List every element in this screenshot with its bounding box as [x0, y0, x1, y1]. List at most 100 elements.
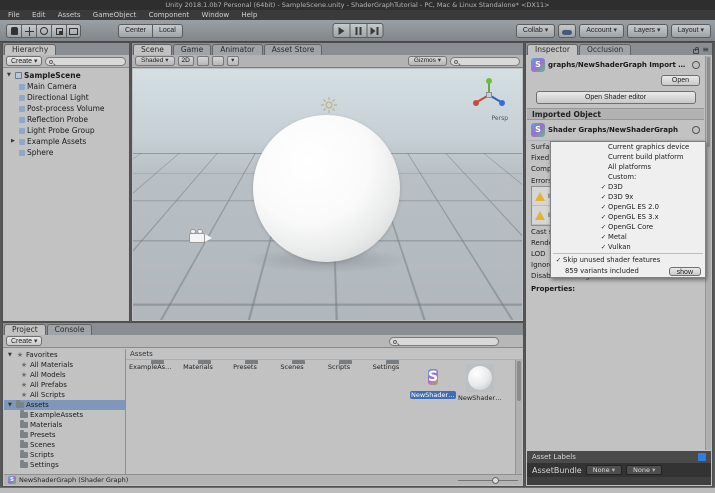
asset-item-material[interactable]: NewShaderGraph: [457, 363, 503, 402]
rotate-tool-button[interactable]: [36, 24, 51, 38]
camera-gizmo[interactable]: [189, 227, 215, 245]
popup-item[interactable]: Current graphics device: [551, 142, 705, 152]
tab-scene[interactable]: Scene: [133, 44, 172, 55]
popup-item[interactable]: ✓ D3D: [551, 182, 705, 192]
scene-viewport[interactable]: Persp: [133, 69, 522, 320]
tree-folder[interactable]: Scripts: [4, 450, 125, 460]
favorites-root[interactable]: ▼ ★ Favorites: [4, 350, 125, 360]
directional-light-gizmo[interactable]: [321, 97, 337, 113]
scene-search-input[interactable]: [450, 56, 520, 66]
collab-dropdown[interactable]: Collab ▾: [515, 24, 556, 38]
hierarchy-create-button[interactable]: Create ▾: [6, 56, 43, 66]
favorite-item[interactable]: ★ All Prefabs: [4, 380, 125, 390]
asset-item[interactable]: Materials: [175, 363, 221, 402]
thumbnail-size-slider[interactable]: [458, 476, 518, 485]
tree-folder[interactable]: ExampleAssets: [4, 410, 125, 420]
toggle-2d-button[interactable]: 2D: [177, 56, 194, 66]
asset-item[interactable]: Scripts: [316, 363, 362, 402]
tree-folder[interactable]: Settings: [4, 460, 125, 470]
show-variants-button[interactable]: show: [668, 266, 701, 276]
open-button[interactable]: Open: [660, 75, 700, 86]
scale-tool-button[interactable]: [51, 24, 66, 38]
menu-component[interactable]: Component: [144, 10, 195, 20]
favorite-item[interactable]: ★ All Scripts: [4, 390, 125, 400]
hierarchy-item[interactable]: ▶ Example Assets: [3, 136, 129, 147]
tab-console[interactable]: Console: [46, 324, 93, 335]
foldout-icon[interactable]: ▼: [8, 350, 14, 360]
assetbundle-name-dropdown[interactable]: None ▾: [585, 465, 623, 475]
favorite-item[interactable]: ★ All Models: [4, 370, 125, 380]
assetbundle-variant-dropdown[interactable]: None ▾: [626, 465, 663, 475]
tab-project[interactable]: Project: [4, 324, 46, 335]
foldout-icon[interactable]: ▼: [7, 70, 13, 81]
popup-item[interactable]: All platforms: [551, 162, 705, 172]
asset-item-shadergraph[interactable]: SNewShaderGraph: [410, 363, 456, 402]
menu-edit[interactable]: Edit: [27, 10, 51, 20]
sphere-object[interactable]: [253, 115, 400, 262]
popup-item[interactable]: ✓ D3D 9x: [551, 192, 705, 202]
slider-thumb[interactable]: [492, 476, 499, 484]
hierarchy-item[interactable]: Light Probe Group: [3, 125, 129, 136]
popup-item[interactable]: Current build platform: [551, 152, 705, 162]
menu-file[interactable]: File: [3, 10, 25, 20]
audio-toggle-button[interactable]: [211, 56, 224, 66]
foldout-icon[interactable]: ▼: [8, 400, 14, 410]
menu-help[interactable]: Help: [236, 10, 262, 20]
tab-hierarchy[interactable]: Hierarchy: [4, 44, 57, 55]
popup-item[interactable]: Custom:: [551, 172, 705, 182]
tree-folder[interactable]: Materials: [4, 420, 125, 430]
layout-dropdown[interactable]: Layout ▾: [670, 24, 711, 38]
hierarchy-item[interactable]: Main Camera: [3, 81, 129, 92]
project-search-input[interactable]: [389, 336, 499, 346]
asset-item[interactable]: Scenes: [269, 363, 315, 402]
popup-item[interactable]: ✓ Metal: [551, 232, 705, 242]
open-shader-editor-button[interactable]: Open Shader editor: [535, 91, 696, 104]
menu-window[interactable]: Window: [197, 10, 235, 20]
cloud-services-button[interactable]: [558, 24, 577, 38]
popup-item[interactable]: ✓ OpenGL Core: [551, 222, 705, 232]
asset-labels-header[interactable]: Asset Labels: [527, 451, 711, 463]
popup-item[interactable]: ✓ OpenGL ES 2.0: [551, 202, 705, 212]
pivot-toggle-button[interactable]: Center: [118, 24, 153, 38]
gizmos-dropdown[interactable]: Gizmos ▾: [407, 56, 447, 66]
tree-folder[interactable]: Scenes: [4, 440, 125, 450]
tab-animator[interactable]: Animator: [212, 44, 263, 55]
asset-item[interactable]: Presets: [222, 363, 268, 402]
rotation-toggle-button[interactable]: Local: [152, 24, 183, 38]
tab-game[interactable]: Game: [172, 44, 212, 55]
pause-button[interactable]: [349, 23, 366, 38]
play-button[interactable]: [332, 23, 349, 38]
scene-root-row[interactable]: ▼ SampleScene: [3, 70, 129, 81]
popup-item[interactable]: ✓ Vulkan: [551, 242, 705, 252]
rect-tool-button[interactable]: [66, 24, 81, 38]
layers-dropdown[interactable]: Layers ▾: [627, 24, 668, 38]
effects-dropdown-button[interactable]: ▾: [226, 56, 239, 66]
tab-occlusion[interactable]: Occlusion: [578, 44, 632, 55]
lighting-toggle-button[interactable]: [196, 56, 209, 66]
projection-mode-label[interactable]: Persp: [492, 115, 509, 122]
step-button[interactable]: [366, 23, 383, 38]
hierarchy-item[interactable]: Reflection Probe: [3, 114, 129, 125]
hierarchy-item[interactable]: Post-process Volume: [3, 103, 129, 114]
gear-icon[interactable]: [692, 61, 700, 69]
menu-gameobject[interactable]: GameObject: [88, 10, 142, 20]
move-tool-button[interactable]: [21, 24, 36, 38]
tab-asset-store[interactable]: Asset Store: [263, 44, 323, 55]
account-dropdown[interactable]: Account ▾: [579, 24, 625, 38]
orientation-gizmo[interactable]: [470, 75, 508, 113]
tree-folder[interactable]: Presets: [4, 430, 125, 440]
hand-tool-button[interactable]: [6, 24, 21, 38]
skip-unused-features-toggle[interactable]: ✓ Skip unused shader features: [551, 255, 705, 265]
asset-item[interactable]: ExampleAssets: [128, 363, 174, 402]
draw-mode-dropdown[interactable]: Shaded ▾: [135, 56, 175, 66]
lock-icon[interactable]: [693, 47, 700, 54]
hierarchy-search-input[interactable]: [45, 56, 126, 66]
project-scrollbar[interactable]: [515, 360, 522, 474]
project-create-button[interactable]: Create ▾: [6, 336, 43, 346]
tab-inspector[interactable]: Inspector: [527, 44, 578, 55]
hierarchy-item[interactable]: Sphere: [3, 147, 129, 158]
popup-item[interactable]: ✓ OpenGL ES 3.x: [551, 212, 705, 222]
foldout-icon[interactable]: ▶: [11, 136, 17, 147]
favorite-item[interactable]: ★ All Materials: [4, 360, 125, 370]
menu-assets[interactable]: Assets: [53, 10, 86, 20]
